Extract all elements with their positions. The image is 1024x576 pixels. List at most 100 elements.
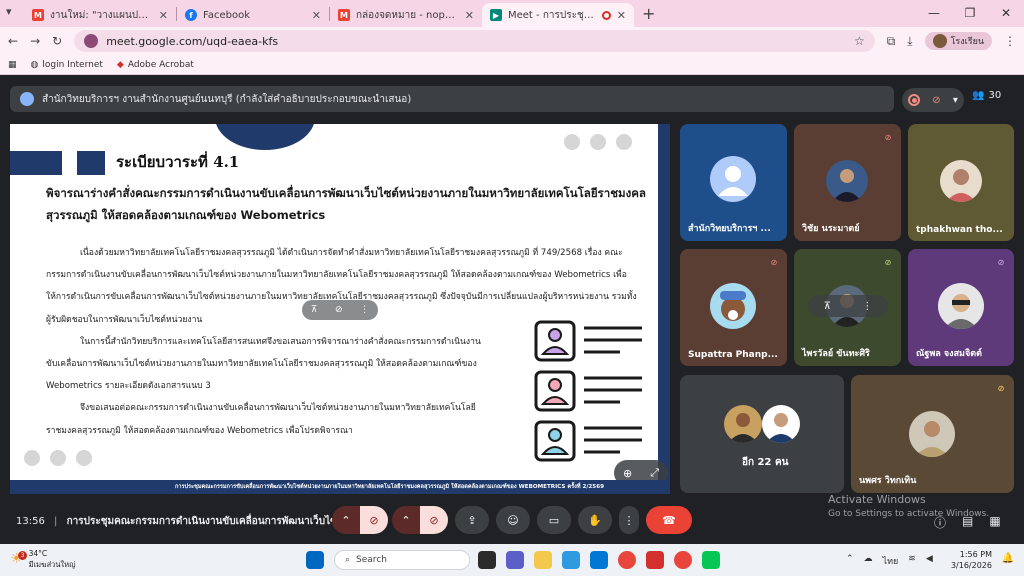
end-call-button[interactable]: ☎ (646, 506, 692, 534)
chat-icon[interactable]: ▤ (962, 514, 973, 531)
weather-widget[interactable]: ☀ 3 34°C มีเมฆส่วนใหญ่ (10, 548, 76, 570)
tab-meet[interactable]: ▶ Meet - การประชุมคณะกรรมการ ✕ (482, 3, 634, 27)
close-tab-icon[interactable]: ✕ (159, 9, 168, 22)
camera-toggle-button[interactable]: ⊘ (420, 506, 448, 534)
more-options-icon[interactable]: ⋮ (360, 305, 369, 315)
slide-decoration (77, 151, 105, 175)
file-explorer-icon[interactable] (534, 551, 552, 569)
participant-tile[interactable]: ⊘ ⊼ ⋮ ไพรวัลย์ ขันทะศิริ (794, 249, 901, 366)
close-tab-icon[interactable]: ✕ (617, 9, 626, 22)
edge-icon[interactable] (562, 551, 580, 569)
close-tab-icon[interactable]: ✕ (312, 9, 321, 22)
tab-title: งานใหม่: "วางแผนปฏิบัติราชการ 16-... (50, 9, 153, 21)
wifi-icon[interactable]: ≋ (908, 554, 916, 568)
window-controls: — ❐ ✕ (916, 0, 1024, 27)
unpin-icon[interactable]: ⊼ (311, 305, 318, 315)
store-icon[interactable] (590, 551, 608, 569)
apps-grid-icon[interactable]: ▦ (8, 60, 17, 70)
more-participants-tile[interactable]: อีก 22 คน (680, 375, 844, 493)
gmail-icon: M (32, 9, 44, 21)
participant-count[interactable]: 👥 30 (972, 90, 1001, 101)
chevron-up-icon[interactable]: ⌃ (846, 554, 854, 568)
forward-icon[interactable]: → (30, 34, 40, 48)
meeting-time: 13:56 (16, 516, 45, 527)
participant-tile[interactable]: ⊘ Supattra Phanp... (680, 249, 787, 366)
chrome-icon[interactable] (618, 551, 636, 569)
activities-icon[interactable]: ▦ (989, 514, 1000, 531)
chrome-menu-icon[interactable]: ⋮ (1004, 34, 1016, 48)
present-button[interactable]: ⇪ (455, 506, 489, 534)
recording-controls[interactable]: ⊘ ▾ (902, 88, 964, 112)
extensions-icon[interactable]: ⧉ (887, 34, 896, 49)
reload-icon[interactable]: ↻ (52, 34, 62, 48)
recording-icon (908, 94, 921, 106)
more-options-icon: ⋮ (623, 513, 635, 527)
participant-tile[interactable]: ⊘ ณัฐพล จงสมจิตต์ (908, 249, 1014, 366)
presenter-banner: สำนักวิทยบริการฯ งานสำนักงานศูนย์นนทบุรี… (10, 86, 894, 112)
tab-gmail-task[interactable]: M งานใหม่: "วางแผนปฏิบัติราชการ 16-... ✕ (24, 3, 176, 27)
captions-button[interactable]: ▭ (537, 506, 571, 534)
bookmark-adobe-acrobat[interactable]: ◆ Adobe Acrobat (117, 60, 194, 70)
input-language[interactable]: ไทย (883, 554, 899, 568)
more-options-button[interactable]: ⋮ (619, 506, 639, 534)
participant-tile[interactable]: ⊘ นพศร วิทกเทิน (851, 375, 1014, 493)
task-view-icon[interactable] (478, 551, 496, 569)
restore-icon[interactable]: ❐ (952, 0, 988, 27)
participant-count-value: 30 (988, 90, 1002, 101)
participant-tile[interactable]: สำนักวิทยบริการฯ ... (680, 124, 787, 241)
address-bar[interactable]: meet.google.com/uqd-eaea-kfs ☆ (74, 30, 875, 52)
mute-presenter-icon[interactable]: ⊘ (335, 305, 343, 315)
new-tab-button[interactable]: + (634, 4, 663, 23)
video-options-chevron[interactable]: ⌃ (392, 506, 420, 534)
presentation-overlay-controls: ⊼ ⊘ ⋮ (302, 300, 378, 320)
bookmark-star-icon[interactable]: ☆ (854, 34, 865, 48)
minimize-icon[interactable]: — (916, 0, 952, 27)
participant-photo (938, 283, 984, 329)
participant-name: ไพรวัลย์ ขันทะศิริ (802, 349, 870, 359)
mic-toggle-button[interactable]: ⊘ (360, 506, 388, 534)
tab-search-icon[interactable]: ▾ (6, 5, 12, 18)
url-text: meet.google.com/uqd-eaea-kfs (106, 34, 279, 48)
bookmark-label: Adobe Acrobat (127, 59, 194, 70)
cloud-icon[interactable]: ☁ (864, 554, 873, 568)
close-window-icon[interactable]: ✕ (988, 0, 1024, 27)
zoom-in-icon[interactable]: ⊕ (623, 467, 632, 480)
app-icon[interactable] (646, 551, 664, 569)
weather-badge: 3 (18, 550, 27, 560)
tab-gmail-inbox[interactable]: M กล่องจดหมาย - noppasorn.w@m... ✕ (330, 3, 482, 27)
volume-icon[interactable]: ◀ (926, 554, 933, 568)
participant-tile[interactable]: tphakhwan tho... (908, 124, 1014, 241)
teams-icon[interactable] (506, 551, 524, 569)
participant-tile[interactable]: ⊘ วิชัย นระมาตย์ (794, 124, 901, 241)
bookmark-login-internet[interactable]: ◍ login Internet (31, 60, 103, 70)
audio-options-chevron[interactable]: ⌃ (332, 506, 360, 534)
meet-side-controls: ⓘ ▤ ▦ (934, 514, 1001, 531)
participant-name: นพศร วิทกเทิน (859, 476, 917, 486)
site-info-icon[interactable] (84, 34, 99, 48)
meeting-info-separator: | (54, 516, 58, 527)
taskbar-clock[interactable]: 1:56 PM 3/16/2026 (951, 549, 992, 571)
more-options-icon[interactable]: ⋮ (862, 301, 872, 312)
tab-facebook[interactable]: f Facebook ✕ (177, 3, 329, 27)
system-tray: ⌃ ☁ ไทย ≋ ◀ (846, 554, 933, 568)
tab-title: กล่องจดหมาย - noppasorn.w@m... (356, 9, 459, 21)
notification-bell-icon[interactable]: 🔔 (1002, 553, 1014, 564)
fullscreen-icon[interactable]: ⤢ (650, 466, 659, 480)
chevron-down-icon[interactable]: ▾ (953, 95, 958, 106)
download-icon[interactable]: ⤓ (907, 34, 912, 49)
taskbar-search[interactable]: ⌕ Search (334, 550, 470, 570)
close-tab-icon[interactable]: ✕ (465, 9, 474, 22)
reactions-button[interactable]: ☺ (496, 506, 530, 534)
clock-time: 1:56 PM (959, 550, 992, 559)
slide-decoration-dots (564, 134, 632, 150)
chrome-active-icon[interactable] (674, 551, 692, 569)
info-icon[interactable]: ⓘ (934, 514, 946, 531)
raise-hand-button[interactable]: ✋ (578, 506, 612, 534)
line-icon[interactable] (702, 551, 720, 569)
present-screen-icon: ⇪ (467, 513, 477, 527)
slide-decoration (215, 124, 315, 150)
pin-icon[interactable]: ⊼ (824, 301, 831, 312)
back-icon[interactable]: ← (8, 34, 18, 48)
start-icon[interactable] (306, 551, 324, 569)
profile-button[interactable]: โรงเรียน (924, 32, 992, 50)
